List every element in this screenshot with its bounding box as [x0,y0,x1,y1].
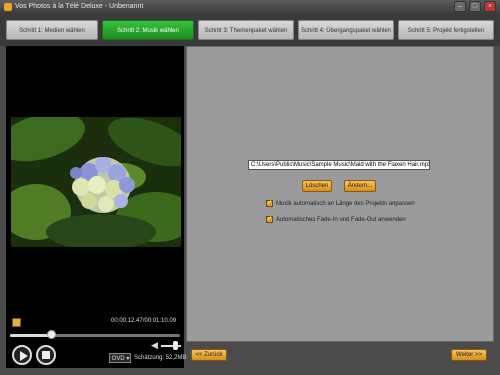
speaker-icon[interactable]: ◀ [151,340,158,351]
fade-checkbox[interactable]: ✓ [266,216,273,223]
play-icon [20,351,28,361]
step-4-transition[interactable]: Schritt 4: Übergangspaket wählen [298,20,394,40]
window-controls: – □ × [454,1,496,12]
step-1-media[interactable]: Schritt 1: Medien wählen [6,20,98,40]
preview-panel: 00:00:12.47/00:01:10.09 ◀ DVD ▾ Schätzun… [6,46,187,368]
snapshot-icon[interactable] [12,318,21,327]
format-select-value: DVD [112,356,125,362]
time-display: 00:00:12.47/00:01:10.09 [111,318,177,324]
seek-bar[interactable] [10,334,180,337]
step-5-finish[interactable]: Schritt 5: Projekt fertigstellen [398,20,494,40]
music-settings-panel [186,46,494,342]
close-icon[interactable]: × [484,1,496,12]
minimize-icon[interactable]: – [454,1,466,12]
step-2-music[interactable]: Schritt 2: Musik wählen [102,20,194,40]
hydrangea-photo [11,117,181,247]
delete-button[interactable]: Löschen [302,180,332,192]
next-button[interactable]: Weiter >> [451,349,487,361]
step-3-theme[interactable]: Schritt 3: Themenpaket wählen [198,20,294,40]
volume-handle[interactable] [173,341,178,350]
fade-option[interactable]: ✓ Automatisches Fade-In und Fade-Out anwe… [266,216,406,223]
volume-slider[interactable] [161,345,181,347]
music-file-field[interactable]: C:\Users\Public\Music\Sample Music\Maid … [248,160,430,170]
step-navigation: Schritt 1: Medien wählen Schritt 2: Musi… [0,14,500,46]
fade-label: Automatisches Fade-In und Fade-Out anwen… [276,217,406,224]
size-estimate: Schätzung: 52,2MB [134,355,187,361]
seek-handle[interactable] [46,330,56,339]
format-select[interactable]: DVD ▾ [109,353,131,363]
app-icon [4,3,12,11]
preview-image [11,117,181,247]
back-button[interactable]: << Zurück [191,349,227,361]
seek-progress [10,334,51,337]
bottom-bar [186,342,494,368]
app-window: Vos Photos à la Télé Deluxe - Unbenannt … [0,0,500,375]
maximize-icon[interactable]: □ [469,1,481,12]
stop-icon [42,351,50,359]
change-button[interactable]: Ändern... [344,180,376,192]
title-bar: Vos Photos à la Télé Deluxe - Unbenannt … [0,0,500,14]
fit-music-label: Musik automatisch an Länge des Projekts … [276,201,415,208]
fit-music-option[interactable]: ✓ Musik automatisch an Länge des Projekts… [266,200,415,207]
play-button[interactable] [12,345,32,365]
fit-music-checkbox[interactable]: ✓ [266,200,273,207]
stop-button[interactable] [36,345,56,365]
window-title: Vos Photos à la Télé Deluxe - Unbenannt [15,3,144,10]
